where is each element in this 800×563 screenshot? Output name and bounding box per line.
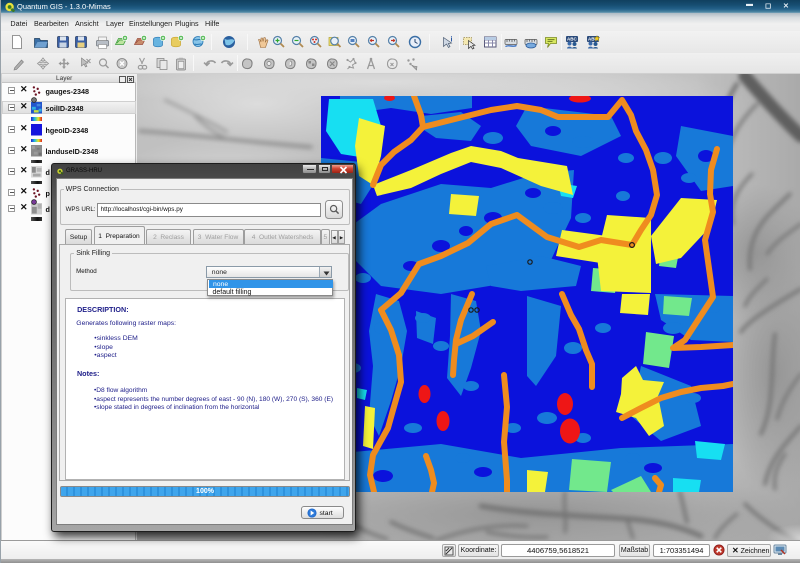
- svg-text:ABC: ABC: [567, 37, 577, 42]
- svg-text:i: i: [451, 37, 453, 44]
